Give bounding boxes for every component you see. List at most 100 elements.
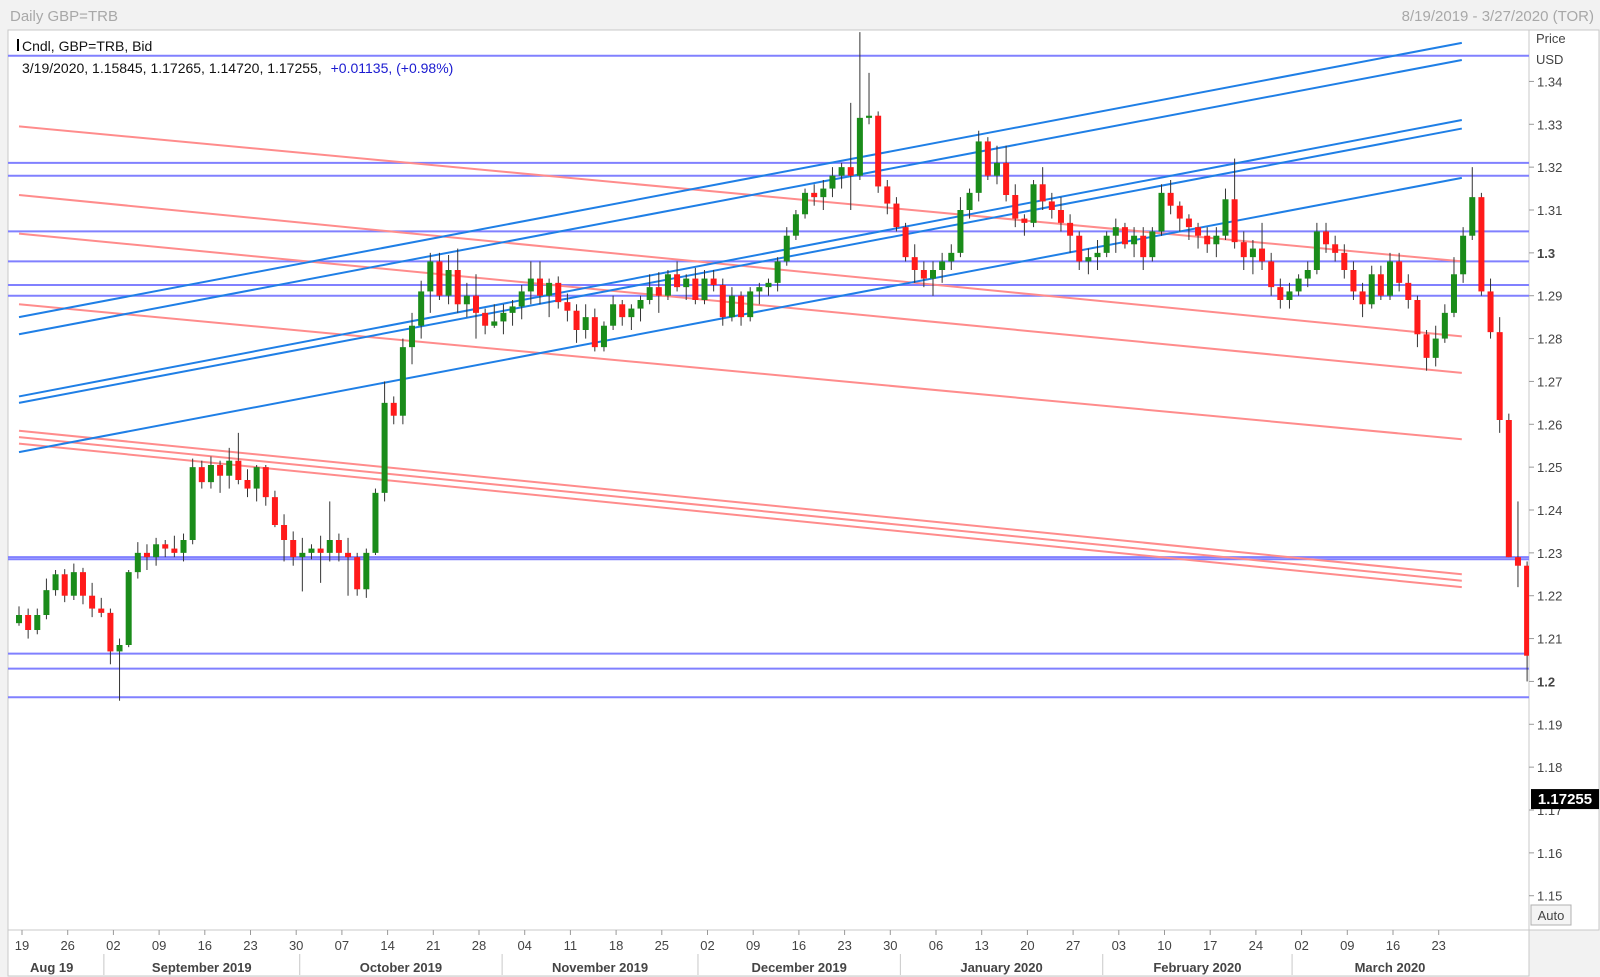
candle-body-up (1387, 261, 1393, 296)
candle-body-down (1057, 210, 1064, 223)
candle-body-down (162, 544, 169, 549)
candle-body-up (546, 282, 553, 296)
candle-body-down (1277, 287, 1284, 300)
candle-body-up (774, 261, 781, 283)
candle-body-down (1350, 270, 1357, 292)
candle-body-down (1377, 274, 1384, 296)
candle-body-up (664, 274, 671, 296)
candle-body-up (582, 317, 589, 330)
candle-body-down (244, 480, 251, 489)
candle-body-up (1094, 252, 1101, 258)
candle-body-down (89, 595, 96, 609)
legend-ohlc-values: 3/19/2020, 1.15845, 1.17265, 1.14720, 1.… (22, 60, 322, 76)
time-tick-label: 20 (1020, 938, 1034, 953)
price-tick-label: 1.2 (1537, 674, 1555, 689)
candle-body-up (16, 615, 22, 624)
candle-body-up (637, 300, 644, 309)
candle-body-up (1295, 278, 1302, 292)
candle-body-down (281, 525, 288, 540)
price-tick-label: 1.27 (1537, 374, 1562, 389)
candle-body-up (409, 325, 416, 348)
candle-body-down (217, 465, 224, 476)
time-tick-label: 16 (792, 938, 806, 953)
candle-body-down (591, 317, 598, 348)
candle-body-up (1368, 274, 1375, 305)
candle-body-down (1048, 201, 1055, 210)
candle-body-up (1085, 257, 1092, 262)
date-range-label: 8/19/2019 - 3/27/2020 (TOR) (1402, 8, 1594, 25)
candle-body-down (1478, 197, 1485, 292)
candle-body-down (473, 295, 479, 313)
candle-body-up (683, 278, 690, 288)
month-label: January 2020 (960, 960, 1042, 975)
candle-body-up (226, 460, 233, 476)
candle-body-up (1450, 274, 1457, 313)
candle-body-down (317, 548, 324, 553)
legend-ohlc-readout: 3/19/2020, 1.15845, 1.17265, 1.14720, 1.… (22, 60, 453, 76)
time-tick-label: 16 (1386, 938, 1400, 953)
candle-body-down (1204, 235, 1211, 245)
candle-body-down (198, 467, 205, 483)
candle-body-up (326, 540, 333, 553)
candle-body-down (674, 274, 681, 288)
candle-body-up (1441, 312, 1448, 339)
candle-body-up (1432, 338, 1439, 358)
candle-body-up (1131, 235, 1138, 245)
candle-body-down (1076, 235, 1083, 262)
price-tick-label: 1.25 (1537, 460, 1562, 475)
candle-body-up (756, 287, 763, 292)
candle-body-down (79, 572, 86, 596)
candle-body-down (719, 285, 726, 318)
candle-body-down (1121, 227, 1128, 245)
time-tick-label: 14 (380, 938, 394, 953)
time-tick-label: 23 (1431, 938, 1445, 953)
month-label: September 2019 (152, 960, 252, 975)
candle-body-up (125, 572, 132, 645)
legend-series-label: Cndl, GBP=TRB, Bid (22, 38, 152, 54)
candle-body-up (1249, 248, 1256, 258)
time-tick-label: 18 (609, 938, 623, 953)
candle-body-down (1185, 218, 1192, 228)
candle-body-up (299, 552, 306, 558)
candle-body-down (984, 141, 991, 176)
candle-body-up (966, 192, 973, 210)
chart-title: Daily GBP=TRB (10, 8, 118, 25)
candle-body-up (646, 287, 653, 300)
time-tick-label: 11 (564, 938, 578, 953)
month-label: February 2020 (1153, 960, 1241, 975)
candle-body-down (1231, 199, 1238, 243)
legend-change-value: +0.01135, (+0.98%) (331, 60, 454, 76)
candle-body-down (911, 257, 918, 270)
candle-body-down (1332, 244, 1339, 253)
candle-body-up (1149, 231, 1156, 258)
price-tick-label: 1.31 (1537, 203, 1562, 218)
price-tick-label: 1.19 (1537, 717, 1562, 732)
candle-body-down (345, 552, 352, 558)
candle-body-up (491, 321, 498, 326)
candle-body-up (399, 347, 406, 416)
candle-body-down (564, 302, 571, 311)
candle-body-up (747, 291, 754, 318)
candle-body-down (1405, 282, 1412, 300)
candle-body-up (838, 167, 845, 176)
candle-body-down (710, 278, 717, 285)
time-tick-label: 10 (1157, 938, 1171, 953)
candle-body-down (262, 467, 269, 498)
candle-body-down (573, 310, 580, 330)
candle-body-down (1514, 557, 1521, 566)
time-tick-label: 02 (700, 938, 714, 953)
candle-body-up (463, 295, 470, 305)
price-tick-label: 1.33 (1537, 117, 1562, 132)
candle-body-down (171, 548, 178, 553)
candle-body-up (1460, 235, 1467, 275)
time-tick-label: 13 (974, 938, 988, 953)
price-tick-label: 1.3 (1537, 246, 1555, 261)
price-tick-label: 1.29 (1537, 289, 1562, 304)
candle-body-up (1469, 197, 1476, 236)
candle-body-down (271, 497, 278, 525)
price-axis-title: Price (1536, 31, 1566, 46)
price-tick-label: 1.28 (1537, 332, 1562, 347)
candle-body-up (948, 252, 955, 262)
candle-body-up (308, 548, 315, 553)
time-tick-label: 26 (60, 938, 74, 953)
